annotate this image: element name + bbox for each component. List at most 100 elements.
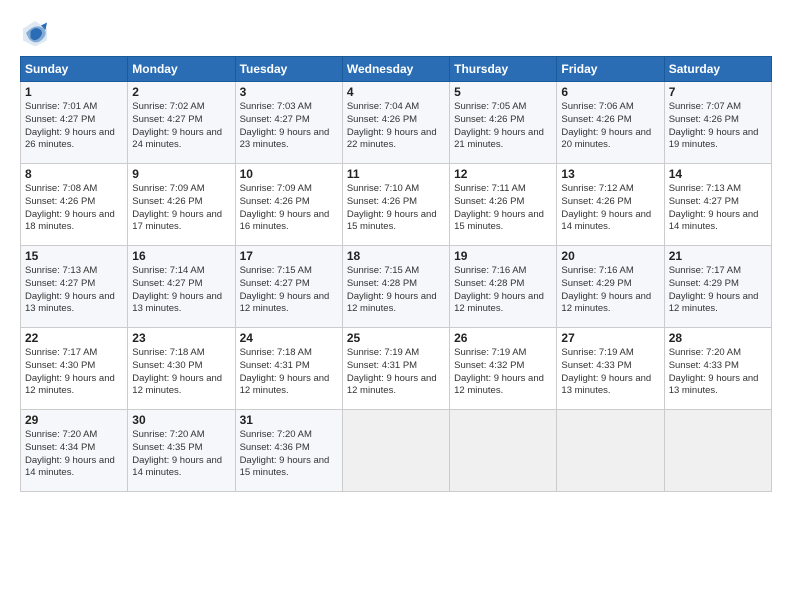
day-info: Sunrise: 7:12 AMSunset: 4:26 PMDaylight:… [561, 183, 659, 234]
day-info: Sunrise: 7:01 AMSunset: 4:27 PMDaylight:… [25, 101, 123, 152]
week-row-4: 22Sunrise: 7:17 AMSunset: 4:30 PMDayligh… [21, 328, 772, 410]
day-number: 25 [347, 331, 445, 345]
day-number: 9 [132, 167, 230, 181]
day-info: Sunrise: 7:02 AMSunset: 4:27 PMDaylight:… [132, 101, 230, 152]
day-number: 21 [669, 249, 767, 263]
day-cell: 6 Sunrise: 7:06 AMSunset: 4:26 PMDaylight… [557, 82, 664, 164]
day-info: Sunrise: 7:15 AMSunset: 4:28 PMDaylight:… [347, 265, 445, 316]
day-info: Sunrise: 7:13 AMSunset: 4:27 PMDaylight:… [669, 183, 767, 234]
week-row-2: 8 Sunrise: 7:08 AMSunset: 4:26 PMDaylight… [21, 164, 772, 246]
header [20, 18, 772, 48]
week-row-1: 1 Sunrise: 7:01 AMSunset: 4:27 PMDaylight… [21, 82, 772, 164]
day-number: 26 [454, 331, 552, 345]
day-info: Sunrise: 7:20 AMSunset: 4:34 PMDaylight:… [25, 429, 123, 480]
day-cell: 10 Sunrise: 7:09 AMSunset: 4:26 PMDayligh… [235, 164, 342, 246]
day-info: Sunrise: 7:10 AMSunset: 4:26 PMDaylight:… [347, 183, 445, 234]
header-day-sunday: Sunday [21, 57, 128, 82]
day-cell: 23 Sunrise: 7:18 AMSunset: 4:30 PMDayligh… [128, 328, 235, 410]
day-info: Sunrise: 7:18 AMSunset: 4:31 PMDaylight:… [240, 347, 338, 398]
day-info: Sunrise: 7:14 AMSunset: 4:27 PMDaylight:… [132, 265, 230, 316]
day-info: Sunrise: 7:08 AMSunset: 4:26 PMDaylight:… [25, 183, 123, 234]
day-info: Sunrise: 7:20 AMSunset: 4:36 PMDaylight:… [240, 429, 338, 480]
day-cell: 27 Sunrise: 7:19 AMSunset: 4:33 PMDayligh… [557, 328, 664, 410]
day-number: 18 [347, 249, 445, 263]
day-cell: 16 Sunrise: 7:14 AMSunset: 4:27 PMDayligh… [128, 246, 235, 328]
logo [20, 18, 54, 48]
day-number: 4 [347, 85, 445, 99]
day-info: Sunrise: 7:06 AMSunset: 4:26 PMDaylight:… [561, 101, 659, 152]
header-day-wednesday: Wednesday [342, 57, 449, 82]
day-cell: 2Sunrise: 7:02 AMSunset: 4:27 PMDaylight… [128, 82, 235, 164]
day-cell: 7 Sunrise: 7:07 AMSunset: 4:26 PMDaylight… [664, 82, 771, 164]
day-info: Sunrise: 7:18 AMSunset: 4:30 PMDaylight:… [132, 347, 230, 398]
day-cell: 4Sunrise: 7:04 AMSunset: 4:26 PMDaylight… [342, 82, 449, 164]
day-number: 15 [25, 249, 123, 263]
day-cell: 13 Sunrise: 7:12 AMSunset: 4:26 PMDayligh… [557, 164, 664, 246]
day-number: 17 [240, 249, 338, 263]
day-cell: 8 Sunrise: 7:08 AMSunset: 4:26 PMDaylight… [21, 164, 128, 246]
day-number: 20 [561, 249, 659, 263]
day-info: Sunrise: 7:11 AMSunset: 4:26 PMDaylight:… [454, 183, 552, 234]
day-info: Sunrise: 7:17 AMSunset: 4:29 PMDaylight:… [669, 265, 767, 316]
header-day-tuesday: Tuesday [235, 57, 342, 82]
day-cell [342, 410, 449, 492]
day-cell: 22Sunrise: 7:17 AMSunset: 4:30 PMDayligh… [21, 328, 128, 410]
day-number: 10 [240, 167, 338, 181]
day-number: 5 [454, 85, 552, 99]
day-cell: 19Sunrise: 7:16 AMSunset: 4:28 PMDayligh… [450, 246, 557, 328]
day-number: 29 [25, 413, 123, 427]
day-number: 13 [561, 167, 659, 181]
day-cell: 11Sunrise: 7:10 AMSunset: 4:26 PMDayligh… [342, 164, 449, 246]
day-cell: 17 Sunrise: 7:15 AMSunset: 4:27 PMDayligh… [235, 246, 342, 328]
day-info: Sunrise: 7:07 AMSunset: 4:26 PMDaylight:… [669, 101, 767, 152]
day-number: 19 [454, 249, 552, 263]
logo-icon [20, 18, 50, 48]
day-number: 1 [25, 85, 123, 99]
day-cell: 21 Sunrise: 7:17 AMSunset: 4:29 PMDayligh… [664, 246, 771, 328]
day-number: 14 [669, 167, 767, 181]
header-day-monday: Monday [128, 57, 235, 82]
day-number: 6 [561, 85, 659, 99]
week-row-3: 15Sunrise: 7:13 AMSunset: 4:27 PMDayligh… [21, 246, 772, 328]
day-info: Sunrise: 7:09 AMSunset: 4:26 PMDaylight:… [240, 183, 338, 234]
calendar: SundayMondayTuesdayWednesdayThursdayFrid… [20, 56, 772, 492]
day-cell: 9Sunrise: 7:09 AMSunset: 4:26 PMDaylight… [128, 164, 235, 246]
day-cell: 30 Sunrise: 7:20 AMSunset: 4:35 PMDayligh… [128, 410, 235, 492]
day-cell: 26 Sunrise: 7:19 AMSunset: 4:32 PMDayligh… [450, 328, 557, 410]
day-number: 30 [132, 413, 230, 427]
day-number: 28 [669, 331, 767, 345]
day-cell: 3 Sunrise: 7:03 AMSunset: 4:27 PMDaylight… [235, 82, 342, 164]
day-info: Sunrise: 7:19 AMSunset: 4:33 PMDaylight:… [561, 347, 659, 398]
day-number: 24 [240, 331, 338, 345]
day-info: Sunrise: 7:03 AMSunset: 4:27 PMDaylight:… [240, 101, 338, 152]
day-cell [557, 410, 664, 492]
day-info: Sunrise: 7:20 AMSunset: 4:33 PMDaylight:… [669, 347, 767, 398]
day-cell [664, 410, 771, 492]
day-cell: 20 Sunrise: 7:16 AMSunset: 4:29 PMDayligh… [557, 246, 664, 328]
day-number: 8 [25, 167, 123, 181]
day-info: Sunrise: 7:16 AMSunset: 4:29 PMDaylight:… [561, 265, 659, 316]
header-day-saturday: Saturday [664, 57, 771, 82]
day-info: Sunrise: 7:20 AMSunset: 4:35 PMDaylight:… [132, 429, 230, 480]
day-cell: 18 Sunrise: 7:15 AMSunset: 4:28 PMDayligh… [342, 246, 449, 328]
header-row: SundayMondayTuesdayWednesdayThursdayFrid… [21, 57, 772, 82]
day-number: 3 [240, 85, 338, 99]
day-cell: 31 Sunrise: 7:20 AMSunset: 4:36 PMDayligh… [235, 410, 342, 492]
day-number: 23 [132, 331, 230, 345]
day-cell [450, 410, 557, 492]
day-number: 7 [669, 85, 767, 99]
day-number: 22 [25, 331, 123, 345]
day-info: Sunrise: 7:05 AMSunset: 4:26 PMDaylight:… [454, 101, 552, 152]
day-number: 12 [454, 167, 552, 181]
day-cell: 14 Sunrise: 7:13 AMSunset: 4:27 PMDayligh… [664, 164, 771, 246]
day-cell: 28 Sunrise: 7:20 AMSunset: 4:33 PMDayligh… [664, 328, 771, 410]
day-cell: 12 Sunrise: 7:11 AMSunset: 4:26 PMDayligh… [450, 164, 557, 246]
day-cell: 1 Sunrise: 7:01 AMSunset: 4:27 PMDaylight… [21, 82, 128, 164]
day-number: 16 [132, 249, 230, 263]
day-number: 31 [240, 413, 338, 427]
page: SundayMondayTuesdayWednesdayThursdayFrid… [0, 0, 792, 612]
day-info: Sunrise: 7:19 AMSunset: 4:32 PMDaylight:… [454, 347, 552, 398]
day-number: 27 [561, 331, 659, 345]
day-cell: 15Sunrise: 7:13 AMSunset: 4:27 PMDayligh… [21, 246, 128, 328]
day-info: Sunrise: 7:15 AMSunset: 4:27 PMDaylight:… [240, 265, 338, 316]
